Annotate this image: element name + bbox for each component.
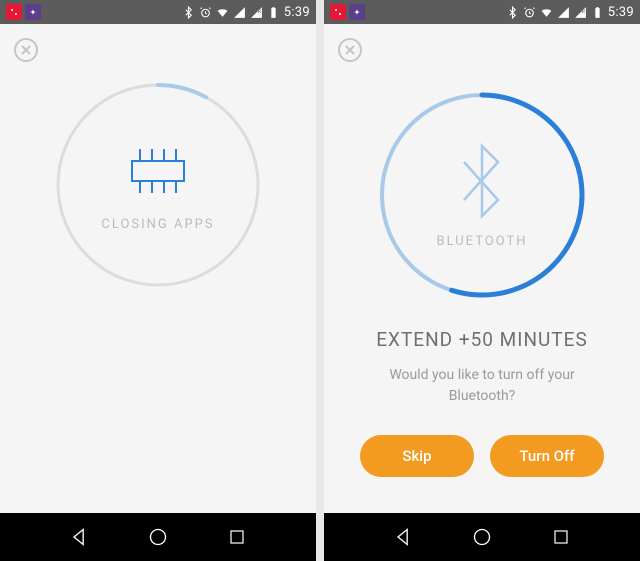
home-icon (472, 527, 492, 547)
prompt-text: Would you like to turn off your Bluetoot… (338, 365, 626, 407)
progress-label: BLUETOOTH (436, 234, 527, 249)
square-icon (552, 528, 570, 546)
alarm-icon (199, 6, 212, 19)
back-icon (69, 527, 89, 547)
skip-button[interactable]: Skip (360, 435, 474, 477)
progress-ring: CLOSING APPS (53, 80, 263, 290)
back-button[interactable] (68, 526, 90, 548)
screen-content: BLUETOOTH EXTEND +50 MINUTES Would you l… (324, 24, 640, 513)
close-icon (345, 45, 355, 55)
button-row: Skip Turn Off (338, 435, 626, 477)
svg-text:✦: ✦ (30, 8, 37, 17)
home-button[interactable] (471, 526, 493, 548)
progress-ring: BLUETOOTH (377, 90, 587, 300)
home-button[interactable] (147, 526, 169, 548)
status-bar: ✦ R 5:39 (0, 0, 316, 24)
clock-time: 5:39 (608, 5, 634, 20)
android-nav-bar (0, 513, 316, 561)
battery-icon (267, 6, 280, 19)
signal-icon: R (250, 6, 263, 19)
battery-icon (591, 6, 604, 19)
bluetooth-icon (182, 6, 195, 19)
back-button[interactable] (392, 526, 414, 548)
android-nav-bar (324, 513, 640, 561)
bluetooth-icon (506, 6, 519, 19)
signal-icon: R (574, 6, 587, 19)
alarm-icon (523, 6, 536, 19)
home-icon (148, 527, 168, 547)
turn-off-button[interactable]: Turn Off (490, 435, 604, 477)
close-button[interactable] (14, 38, 38, 62)
clock-time: 5:39 (284, 5, 310, 20)
square-icon (228, 528, 246, 546)
svg-text:✦: ✦ (354, 8, 361, 17)
status-bar: ✦ R 5:39 (324, 0, 640, 24)
wifi-icon (540, 6, 553, 19)
chip-icon (120, 139, 196, 203)
wifi-icon (216, 6, 229, 19)
signal-icon (233, 6, 246, 19)
notification-app-icon (330, 4, 346, 20)
recent-apps-button[interactable] (550, 526, 572, 548)
recent-apps-button[interactable] (226, 526, 248, 548)
close-icon (21, 45, 31, 55)
headline-text: EXTEND +50 MINUTES (338, 328, 626, 351)
signal-icon (557, 6, 570, 19)
notification-app-icon: ✦ (349, 4, 365, 20)
back-icon (393, 527, 413, 547)
notification-app-icon: ✦ (25, 4, 41, 20)
close-button[interactable] (338, 38, 362, 62)
bluetooth-icon (456, 142, 508, 220)
screen-content: CLOSING APPS (0, 24, 316, 513)
phone-screen-left: ✦ R 5:39 (0, 0, 316, 561)
phone-screen-right: ✦ R 5:39 BLUETOOTH (324, 0, 640, 561)
progress-label: CLOSING APPS (101, 217, 214, 232)
notification-app-icon (6, 4, 22, 20)
